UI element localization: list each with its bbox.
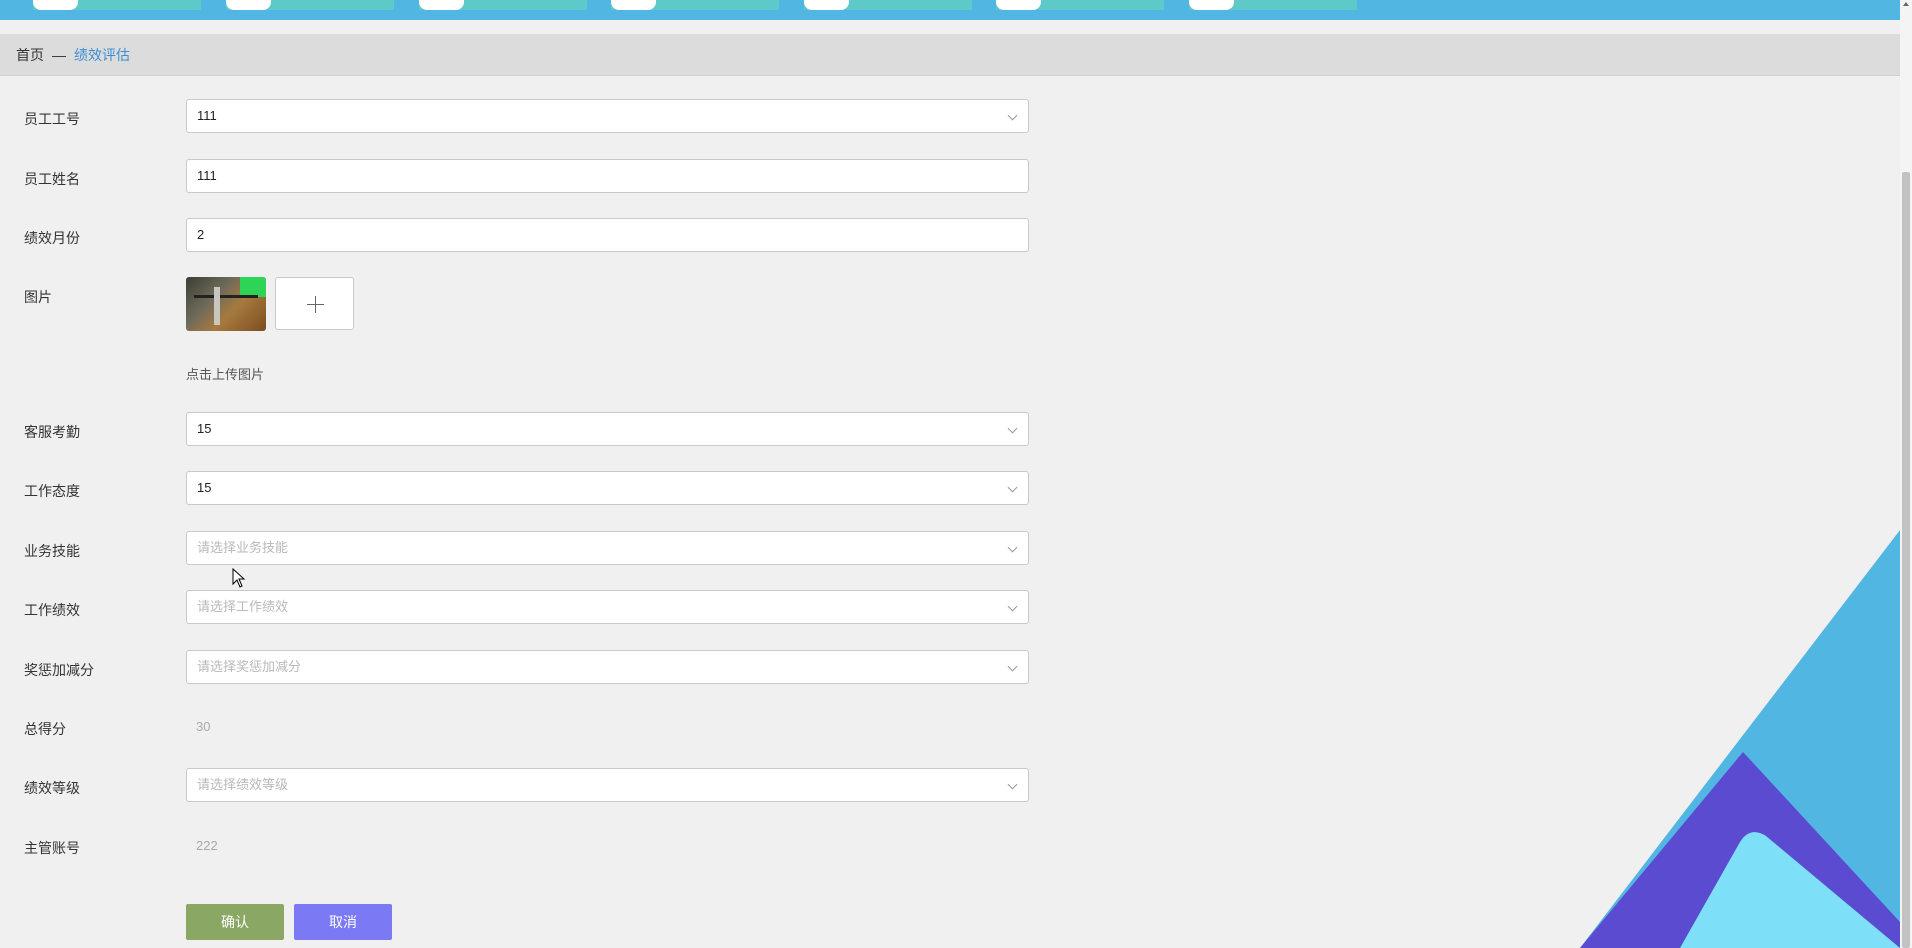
total-value: 30 [196, 719, 211, 734]
chevron-down-icon [1007, 110, 1018, 121]
nav-tab[interactable] [996, 0, 1164, 10]
uploaded-image-thumbnail[interactable] [186, 277, 266, 331]
upload-button[interactable] [275, 277, 354, 330]
cancel-button[interactable]: 取消 [294, 904, 392, 940]
manager-label: 主管账号 [24, 840, 80, 856]
performance-placeholder: 请选择工作绩效 [197, 599, 289, 614]
perf-month-input[interactable]: 2 [186, 218, 1029, 252]
attendance-select[interactable]: 15 [186, 412, 1029, 446]
manager-value: 222 [196, 838, 218, 853]
bonus-label: 奖惩加减分 [24, 662, 94, 678]
mouse-cursor-icon [232, 568, 246, 588]
chevron-down-icon [1007, 423, 1018, 434]
nav-tab[interactable] [1189, 0, 1357, 10]
nav-tab[interactable] [226, 0, 394, 10]
nav-tab[interactable] [419, 0, 587, 10]
bonus-select[interactable]: 请选择奖惩加减分 [186, 650, 1029, 684]
skill-placeholder: 请选择业务技能 [197, 540, 289, 555]
breadcrumb-current[interactable]: 绩效评估 [74, 45, 130, 65]
breadcrumb-separator: — [52, 46, 66, 63]
chevron-down-icon [1007, 542, 1018, 553]
total-label: 总得分 [24, 721, 66, 737]
attitude-select[interactable]: 15 [186, 471, 1029, 505]
skill-label: 业务技能 [24, 543, 80, 559]
employee-name-label: 员工姓名 [24, 171, 80, 187]
upload-hint: 点击上传图片 [186, 367, 265, 382]
grade-label: 绩效等级 [24, 780, 80, 796]
vertical-scrollbar[interactable] [1900, 0, 1912, 948]
scrollbar-thumb[interactable] [1902, 172, 1910, 948]
confirm-button[interactable]: 确认 [186, 904, 284, 940]
nav-tab[interactable] [33, 0, 201, 10]
decorative-shape [1580, 530, 1900, 948]
perf-month-value: 2 [197, 227, 205, 242]
chevron-down-icon [1007, 779, 1018, 790]
attendance-label: 客服考勤 [24, 424, 80, 440]
scroll-up-icon[interactable] [1903, 2, 1909, 6]
employee-no-value: 111 [197, 108, 217, 123]
skill-select[interactable]: 请选择业务技能 [186, 531, 1029, 565]
breadcrumb-home[interactable]: 首页 [16, 45, 44, 65]
employee-name-input[interactable]: 111 [186, 159, 1029, 193]
top-nav-bar [0, 0, 1912, 20]
employee-no-select[interactable]: 111 [186, 99, 1029, 133]
grade-placeholder: 请选择绩效等级 [197, 777, 289, 792]
image-label: 图片 [24, 289, 52, 305]
nav-tab[interactable] [804, 0, 972, 10]
attitude-label: 工作态度 [24, 483, 80, 499]
grade-select[interactable]: 请选择绩效等级 [186, 768, 1029, 802]
chevron-down-icon [1007, 482, 1018, 493]
attendance-value: 15 [197, 421, 212, 436]
employee-no-label: 员工工号 [24, 111, 80, 127]
chevron-down-icon [1007, 601, 1018, 612]
breadcrumb: 首页 — 绩效评估 [0, 34, 1900, 76]
perf-month-label: 绩效月份 [24, 230, 80, 246]
performance-select[interactable]: 请选择工作绩效 [186, 590, 1029, 624]
bonus-placeholder: 请选择奖惩加减分 [197, 659, 302, 674]
employee-name-value: 111 [197, 168, 217, 183]
performance-label: 工作绩效 [24, 602, 80, 618]
chevron-down-icon [1007, 661, 1018, 672]
attitude-value: 15 [197, 480, 212, 495]
nav-tab[interactable] [611, 0, 779, 10]
